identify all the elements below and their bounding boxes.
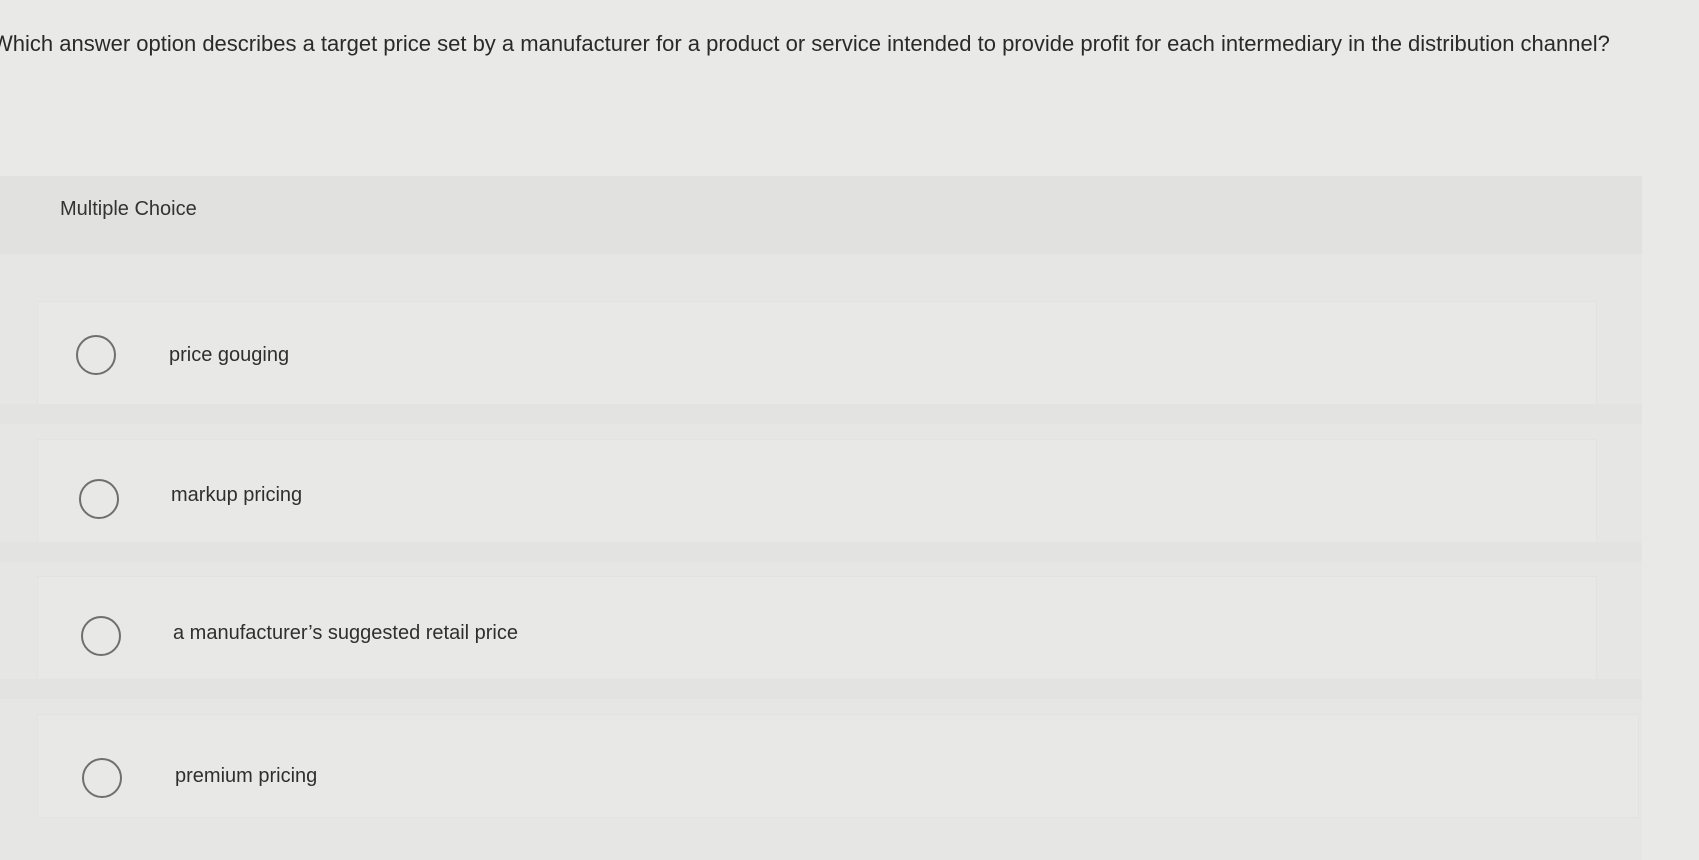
radio-button-icon[interactable] <box>76 335 116 375</box>
option-divider <box>0 679 1642 699</box>
answer-option-2[interactable]: markup pricing <box>38 440 1596 542</box>
answer-option-1[interactable]: price gouging <box>38 302 1596 404</box>
multiple-choice-label: Multiple Choice <box>60 198 197 220</box>
answer-option-3[interactable]: a manufacturer’s suggested retail price <box>38 577 1596 679</box>
answer-option-label: markup pricing <box>171 484 303 506</box>
answer-option-label: a manufacturer’s suggested retail price <box>173 622 518 644</box>
answer-option-4[interactable]: premium pricing <box>38 715 1638 817</box>
answer-panel-header <box>0 176 1642 254</box>
question-text: Which answer option describes a target p… <box>0 31 1610 56</box>
radio-button-icon[interactable] <box>81 616 121 656</box>
option-divider <box>0 542 1642 562</box>
answer-option-label: premium pricing <box>175 765 318 787</box>
option-divider <box>0 404 1642 424</box>
answer-option-label: price gouging <box>169 344 290 366</box>
radio-button-icon[interactable] <box>79 479 119 519</box>
radio-button-icon[interactable] <box>82 758 122 798</box>
